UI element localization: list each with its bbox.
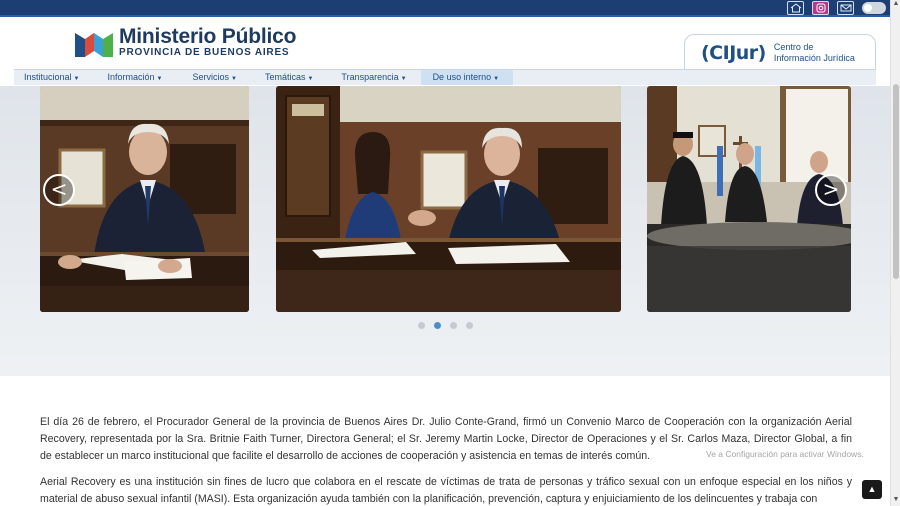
chevron-down-icon: ▼ <box>73 76 80 82</box>
article-paragraph-2: Aerial Recovery es una institución sin f… <box>40 476 852 505</box>
windows-activation-watermark: Ve a Configuración para activar Windows. <box>706 449 864 459</box>
carousel-dot-3[interactable] <box>450 322 457 329</box>
top-icons <box>787 1 886 15</box>
logo-mark-icon <box>75 29 113 57</box>
carousel-dot-2[interactable] <box>434 322 441 329</box>
site-logo[interactable]: Ministerio Público PROVINCIA DE BUENOS A… <box>75 25 297 59</box>
chevron-down-icon: ▼ <box>400 76 407 82</box>
back-to-top-button[interactable]: ▲ <box>862 480 882 499</box>
chevron-down-icon: ▼ <box>230 76 237 82</box>
carousel-indicators <box>418 322 473 329</box>
cijur-line-1: Centro de <box>773 41 814 52</box>
nav-item-servicios[interactable]: Servicios ▼ <box>172 70 246 85</box>
cijur-mark: (CIJur) <box>701 41 766 64</box>
nav-item-transparencia[interactable]: Transparencia ▼ <box>323 70 416 85</box>
top-bar <box>0 0 890 17</box>
scroll-up-arrow-icon[interactable]: ▲ <box>892 0 900 8</box>
instagram-icon[interactable] <box>812 1 829 15</box>
home-icon[interactable] <box>787 1 804 15</box>
scrollbar-thumb[interactable] <box>893 84 899 279</box>
mail-icon[interactable] <box>837 1 854 15</box>
scroll-down-arrow-icon[interactable]: ▼ <box>892 496 900 504</box>
logo-title: Ministerio Público <box>119 25 297 48</box>
nav-item-tematicas[interactable]: Temáticas ▼ <box>247 70 323 85</box>
cijur-line-2: Información Jurídica <box>773 52 855 63</box>
chevron-down-icon: ▼ <box>156 76 163 82</box>
news-article: El día 26 de febrero, el Procurador Gene… <box>40 414 852 506</box>
cijur-logo[interactable]: (CIJur) Centro de Información Jurídica <box>684 34 876 70</box>
main-nav: Institucional ▼ Información ▼ Servicios ▼ T… <box>14 69 876 85</box>
theme-toggle[interactable] <box>862 2 886 14</box>
page-scrollbar[interactable]: ▲ ▼ <box>890 0 900 506</box>
carousel-prev-button[interactable]: < <box>43 174 75 206</box>
nav-item-informacion[interactable]: Información ▼ <box>89 70 172 85</box>
carousel-slide-active[interactable] <box>276 86 621 312</box>
site-header: Ministerio Público PROVINCIA DE BUENOS A… <box>0 19 890 70</box>
chevron-up-icon: ▲ <box>867 484 877 494</box>
carousel-dot-4[interactable] <box>466 322 473 329</box>
carousel-next-button[interactable]: > <box>815 174 847 206</box>
photo-carousel: < > <box>0 86 890 376</box>
nav-item-institucional[interactable]: Institucional ▼ <box>14 70 89 85</box>
chevron-down-icon: ▼ <box>307 76 314 82</box>
chevron-down-icon: ▼ <box>493 76 500 82</box>
logo-subtitle: PROVINCIA DE BUENOS AIRES <box>119 47 290 58</box>
nav-item-de-uso-interno[interactable]: De uso interno ▼ <box>420 70 514 85</box>
carousel-dot-1[interactable] <box>418 322 425 329</box>
